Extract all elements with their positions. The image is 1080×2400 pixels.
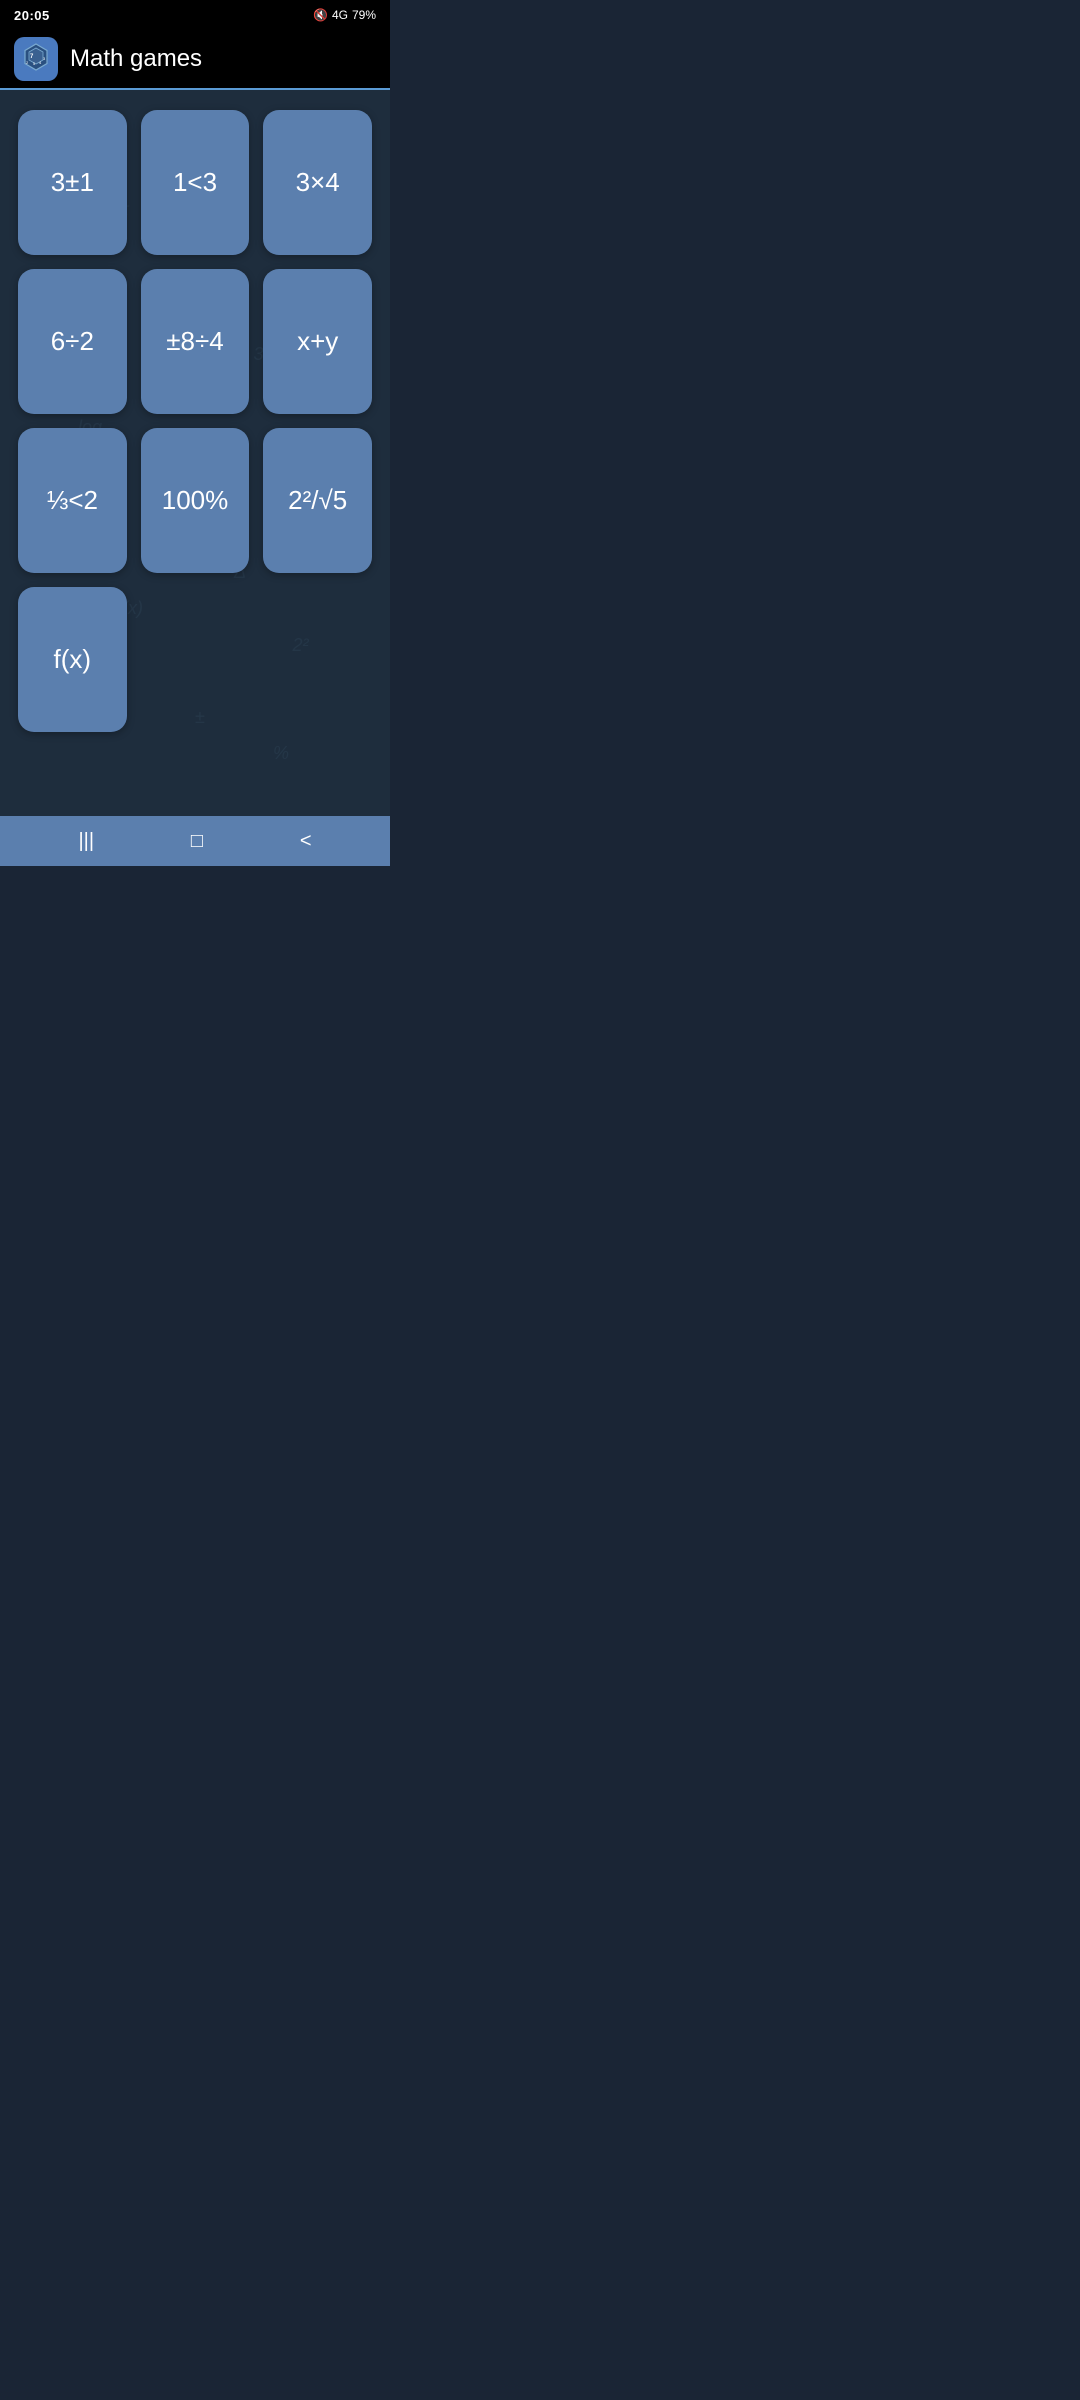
tile-algebra[interactable]: x+y <box>263 269 372 414</box>
app-icon: 7 2 5 4 3 <box>14 37 58 81</box>
battery-label: 79% <box>352 8 376 22</box>
tile-powers[interactable]: 2²/√5 <box>263 428 372 573</box>
recent-apps-button[interactable]: ||| <box>58 822 114 861</box>
status-bar: 20:05 🔇 4G 79% <box>0 0 390 30</box>
main-content: x²+y²=r² ∑ π ∫ √ 3x+2=y log 7 ∞ cos θ Δ … <box>0 90 390 816</box>
tile-arithmetic[interactable]: 3±1 <box>18 110 127 255</box>
game-grid: 3±1 1<3 3×4 6÷2 ±8÷4 x+y ⅓<2 100% 2²/√5 … <box>18 110 372 732</box>
tile-percentage[interactable]: 100% <box>141 428 250 573</box>
tile-multiplication[interactable]: 3×4 <box>263 110 372 255</box>
mute-icon: 🔇 <box>313 8 328 22</box>
status-icons: 🔇 4G 79% <box>313 8 376 22</box>
tile-fractions[interactable]: ⅓<2 <box>18 428 127 573</box>
nav-bar: ||| □ < <box>0 816 390 866</box>
tile-signed-division[interactable]: ±8÷4 <box>141 269 250 414</box>
app-title: Math games <box>70 45 202 73</box>
tile-functions[interactable]: f(x) <box>18 587 127 732</box>
back-button[interactable]: < <box>280 822 332 861</box>
home-button[interactable]: □ <box>171 822 223 861</box>
tile-division[interactable]: 6÷2 <box>18 269 127 414</box>
tile-comparison[interactable]: 1<3 <box>141 110 250 255</box>
app-bar: 7 2 5 4 3 Math games <box>0 30 390 90</box>
status-time: 20:05 <box>14 8 50 23</box>
signal-label: 4G <box>332 8 348 22</box>
